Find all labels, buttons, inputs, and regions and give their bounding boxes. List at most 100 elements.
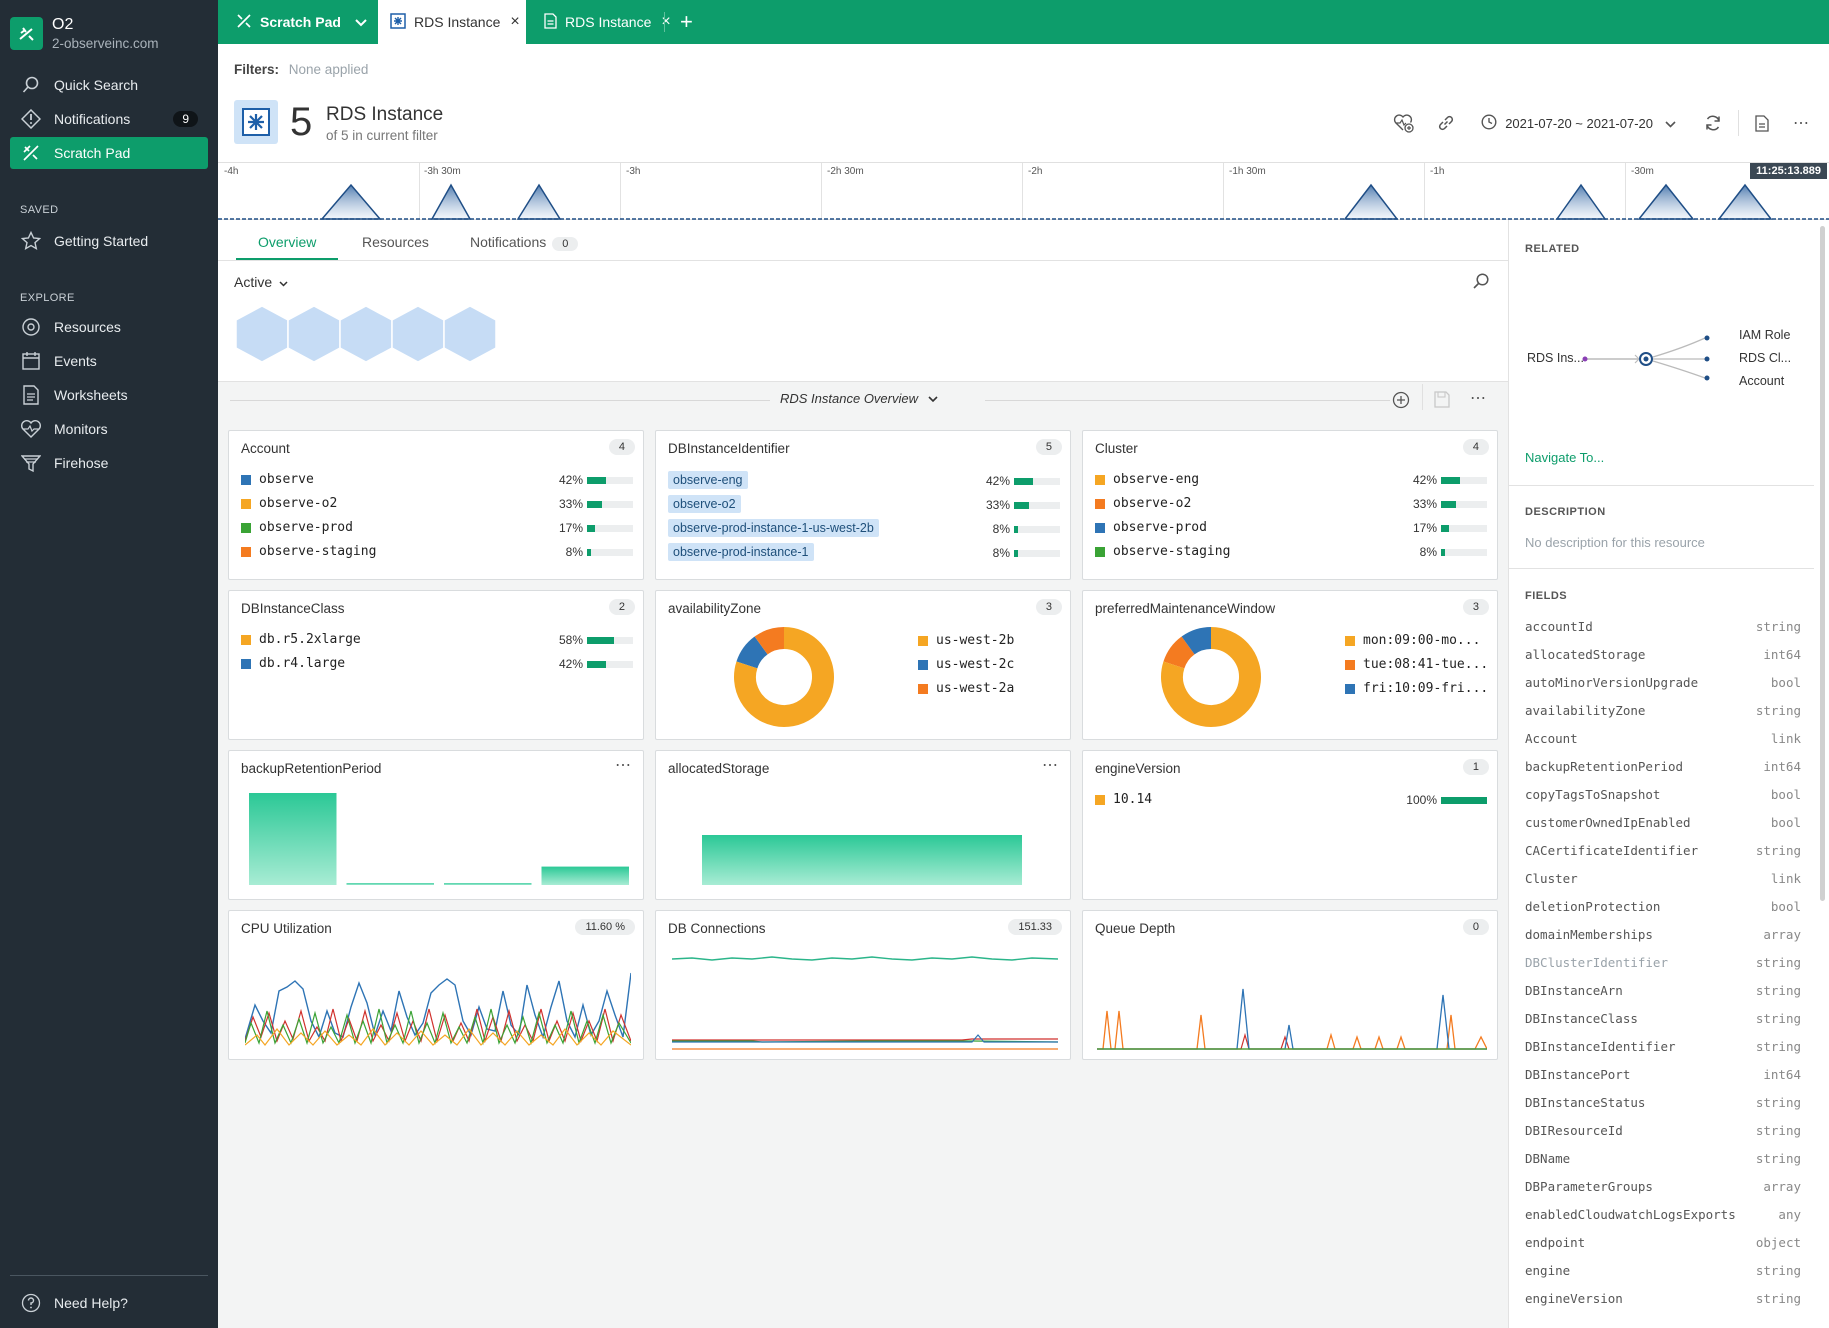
- list-item[interactable]: db.r4.large 42%: [241, 654, 633, 674]
- list-item[interactable]: observe-o2 33%: [241, 494, 633, 514]
- related-source-node[interactable]: RDS Ins...: [1527, 351, 1584, 365]
- item-chip[interactable]: observe-prod-instance-1: [668, 543, 814, 561]
- field-name: DBInstanceClass: [1525, 1011, 1638, 1026]
- nav-getting-started[interactable]: Getting Started: [10, 225, 208, 257]
- tab-label: RDS Instance: [414, 14, 501, 30]
- list-item[interactable]: 10.14 100%: [1095, 790, 1487, 810]
- link-icon[interactable]: [1437, 111, 1455, 135]
- description-heading: DESCRIPTION: [1525, 506, 1606, 518]
- related-node-iam-role[interactable]: IAM Role: [1739, 328, 1790, 342]
- close-icon[interactable]: ×: [510, 13, 519, 31]
- section-title-dropdown[interactable]: RDS Instance Overview: [780, 391, 938, 406]
- resource-hexagon: [287, 305, 341, 363]
- list-item[interactable]: observe-prod 17%: [241, 518, 633, 538]
- chevron-down-icon[interactable]: [355, 14, 367, 30]
- observe-logo-icon: [10, 17, 43, 50]
- histogram-chart: [702, 835, 1022, 885]
- card-account[interactable]: Account 4 observe 42% observe-o2 33% obser…: [228, 430, 644, 580]
- legend-item: mon:09:00-mo...: [1345, 631, 1495, 651]
- filters-bar[interactable]: Filters: None applied: [234, 62, 368, 77]
- state-filter-label: Active: [234, 274, 273, 290]
- close-icon[interactable]: ×: [661, 13, 670, 31]
- item-chip[interactable]: observe-o2: [668, 495, 741, 513]
- field-name: DBInstanceArn: [1525, 983, 1623, 998]
- sidebar: O2 2-observeinc.com Quick Search Notific…: [0, 0, 218, 1328]
- percent-bar: [1441, 797, 1487, 804]
- field-name: DBName: [1525, 1151, 1571, 1166]
- card-backupretentionperiod[interactable]: backupRetentionPeriod ⋯: [228, 750, 644, 900]
- list-item[interactable]: observe-o2 33%: [668, 495, 1060, 515]
- list-item[interactable]: db.r5.2xlarge 58%: [241, 630, 633, 650]
- card-allocatedstorage[interactable]: allocatedStorage ⋯: [655, 750, 1071, 900]
- list-item[interactable]: observe 42%: [241, 470, 633, 490]
- field-type: object: [1755, 1235, 1801, 1250]
- more-options-icon[interactable]: ⋯: [1470, 388, 1486, 408]
- section-rule: [985, 400, 1390, 401]
- list-item[interactable]: observe-eng 42%: [1095, 470, 1487, 490]
- nav-monitors[interactable]: Monitors: [10, 413, 208, 445]
- related-node-rds-cluster[interactable]: RDS Cl...: [1739, 351, 1791, 365]
- add-monitor-icon[interactable]: [1393, 111, 1415, 135]
- more-options-icon[interactable]: ⋯: [1042, 755, 1058, 775]
- tab-rds-instance-active[interactable]: RDS Instance ×: [378, 0, 526, 44]
- nav-firehose[interactable]: Firehose: [10, 447, 208, 479]
- more-options-icon[interactable]: ⋯: [1793, 111, 1809, 135]
- card-dbinstanceclass[interactable]: DBInstanceClass 2 db.r5.2xlarge 58% db.r4…: [228, 590, 644, 740]
- add-tab-button[interactable]: +: [680, 0, 693, 44]
- search-icon[interactable]: [1472, 272, 1490, 295]
- card-preferredmaintenancewindow[interactable]: preferredMaintenanceWindow 3 mon:09:00-m…: [1082, 590, 1498, 740]
- item-chip[interactable]: observe-eng: [668, 471, 748, 489]
- nav-scratch-pad[interactable]: Scratch Pad: [10, 137, 208, 169]
- tab-rds-instance-worksheet[interactable]: RDS Instance ×: [538, 0, 671, 44]
- workspace-domain: 2-observeinc.com: [52, 36, 159, 51]
- card-availabilityzone[interactable]: availabilityZone 3 us-west-2b us-west-2c…: [655, 590, 1071, 740]
- list-item[interactable]: observe-prod 17%: [1095, 518, 1487, 538]
- refresh-icon[interactable]: [1704, 111, 1722, 135]
- nav-events[interactable]: Events: [10, 345, 208, 377]
- list-item[interactable]: observe-staging 8%: [1095, 542, 1487, 562]
- card-engineversion[interactable]: engineVersion 1 10.14 100%: [1082, 750, 1498, 900]
- workspace-switcher[interactable]: O2 2-observeinc.com: [10, 16, 159, 51]
- item-chip[interactable]: observe-prod-instance-1-us-west-2b: [668, 519, 879, 537]
- histogram-bar: [444, 883, 532, 885]
- tab-scratch-pad[interactable]: Scratch Pad: [236, 0, 367, 44]
- item-percent: 33%: [558, 497, 583, 511]
- time-range-picker[interactable]: 2021-07-20 ~ 2021-07-20: [1481, 111, 1676, 135]
- card-cluster[interactable]: Cluster 4 observe-eng 42% observe-o2 33% o…: [1082, 430, 1498, 580]
- timeline-histogram[interactable]: -4h -3h 30m -3h -2h 30m -2h -1h 30m -1h …: [218, 162, 1829, 220]
- related-node-account[interactable]: Account: [1739, 374, 1784, 388]
- card-dbinstanceidentifier[interactable]: DBInstanceIdentifier 5 observe-eng 42% ob…: [655, 430, 1071, 580]
- field-name: backupRetentionPeriod: [1525, 759, 1684, 774]
- nav-resources[interactable]: Resources: [10, 311, 208, 343]
- add-card-icon[interactable]: [1392, 391, 1410, 414]
- nav-worksheets[interactable]: Worksheets: [10, 379, 208, 411]
- state-filter-dropdown[interactable]: Active: [234, 274, 288, 290]
- percent-bar: [1441, 501, 1487, 508]
- plus-icon: +: [680, 9, 693, 34]
- resource-hexagon-grid[interactable]: [236, 304, 500, 364]
- item-label: observe-eng: [1113, 472, 1200, 487]
- item-percent: 58%: [558, 633, 583, 647]
- tab-resources[interactable]: Resources: [362, 220, 429, 260]
- list-item[interactable]: observe-o2 33%: [1095, 494, 1487, 514]
- card-cpu-utilization[interactable]: CPU Utilization 11.60 %: [228, 910, 644, 1060]
- tab-notifications[interactable]: Notifications 0: [470, 220, 579, 260]
- card-db-connections[interactable]: DB Connections 151.33: [655, 910, 1071, 1060]
- tab-divider: [664, 12, 665, 32]
- scrollbar[interactable]: [1820, 226, 1825, 901]
- notifications-count-badge: 0: [552, 237, 579, 251]
- list-item[interactable]: observe-eng 42%: [668, 471, 1060, 491]
- related-graph[interactable]: [1523, 310, 1803, 420]
- list-item[interactable]: observe-prod-instance-1 8%: [668, 543, 1060, 563]
- card-queue-depth[interactable]: Queue Depth 0: [1082, 910, 1498, 1060]
- nav-quick-search[interactable]: Quick Search: [10, 69, 208, 101]
- list-item[interactable]: observe-prod-instance-1-us-west-2b 8%: [668, 519, 1060, 539]
- more-options-icon[interactable]: ⋯: [615, 755, 631, 775]
- nav-notifications[interactable]: Notifications 9: [10, 103, 208, 135]
- navigate-to-link[interactable]: Navigate To...: [1525, 450, 1604, 465]
- tab-overview[interactable]: Overview: [236, 220, 339, 260]
- list-item[interactable]: observe-staging 8%: [241, 542, 633, 562]
- document-icon[interactable]: [1755, 111, 1769, 135]
- nav-need-help[interactable]: Need Help?: [10, 1287, 208, 1319]
- field-name: customerOwnedIpEnabled: [1525, 815, 1691, 830]
